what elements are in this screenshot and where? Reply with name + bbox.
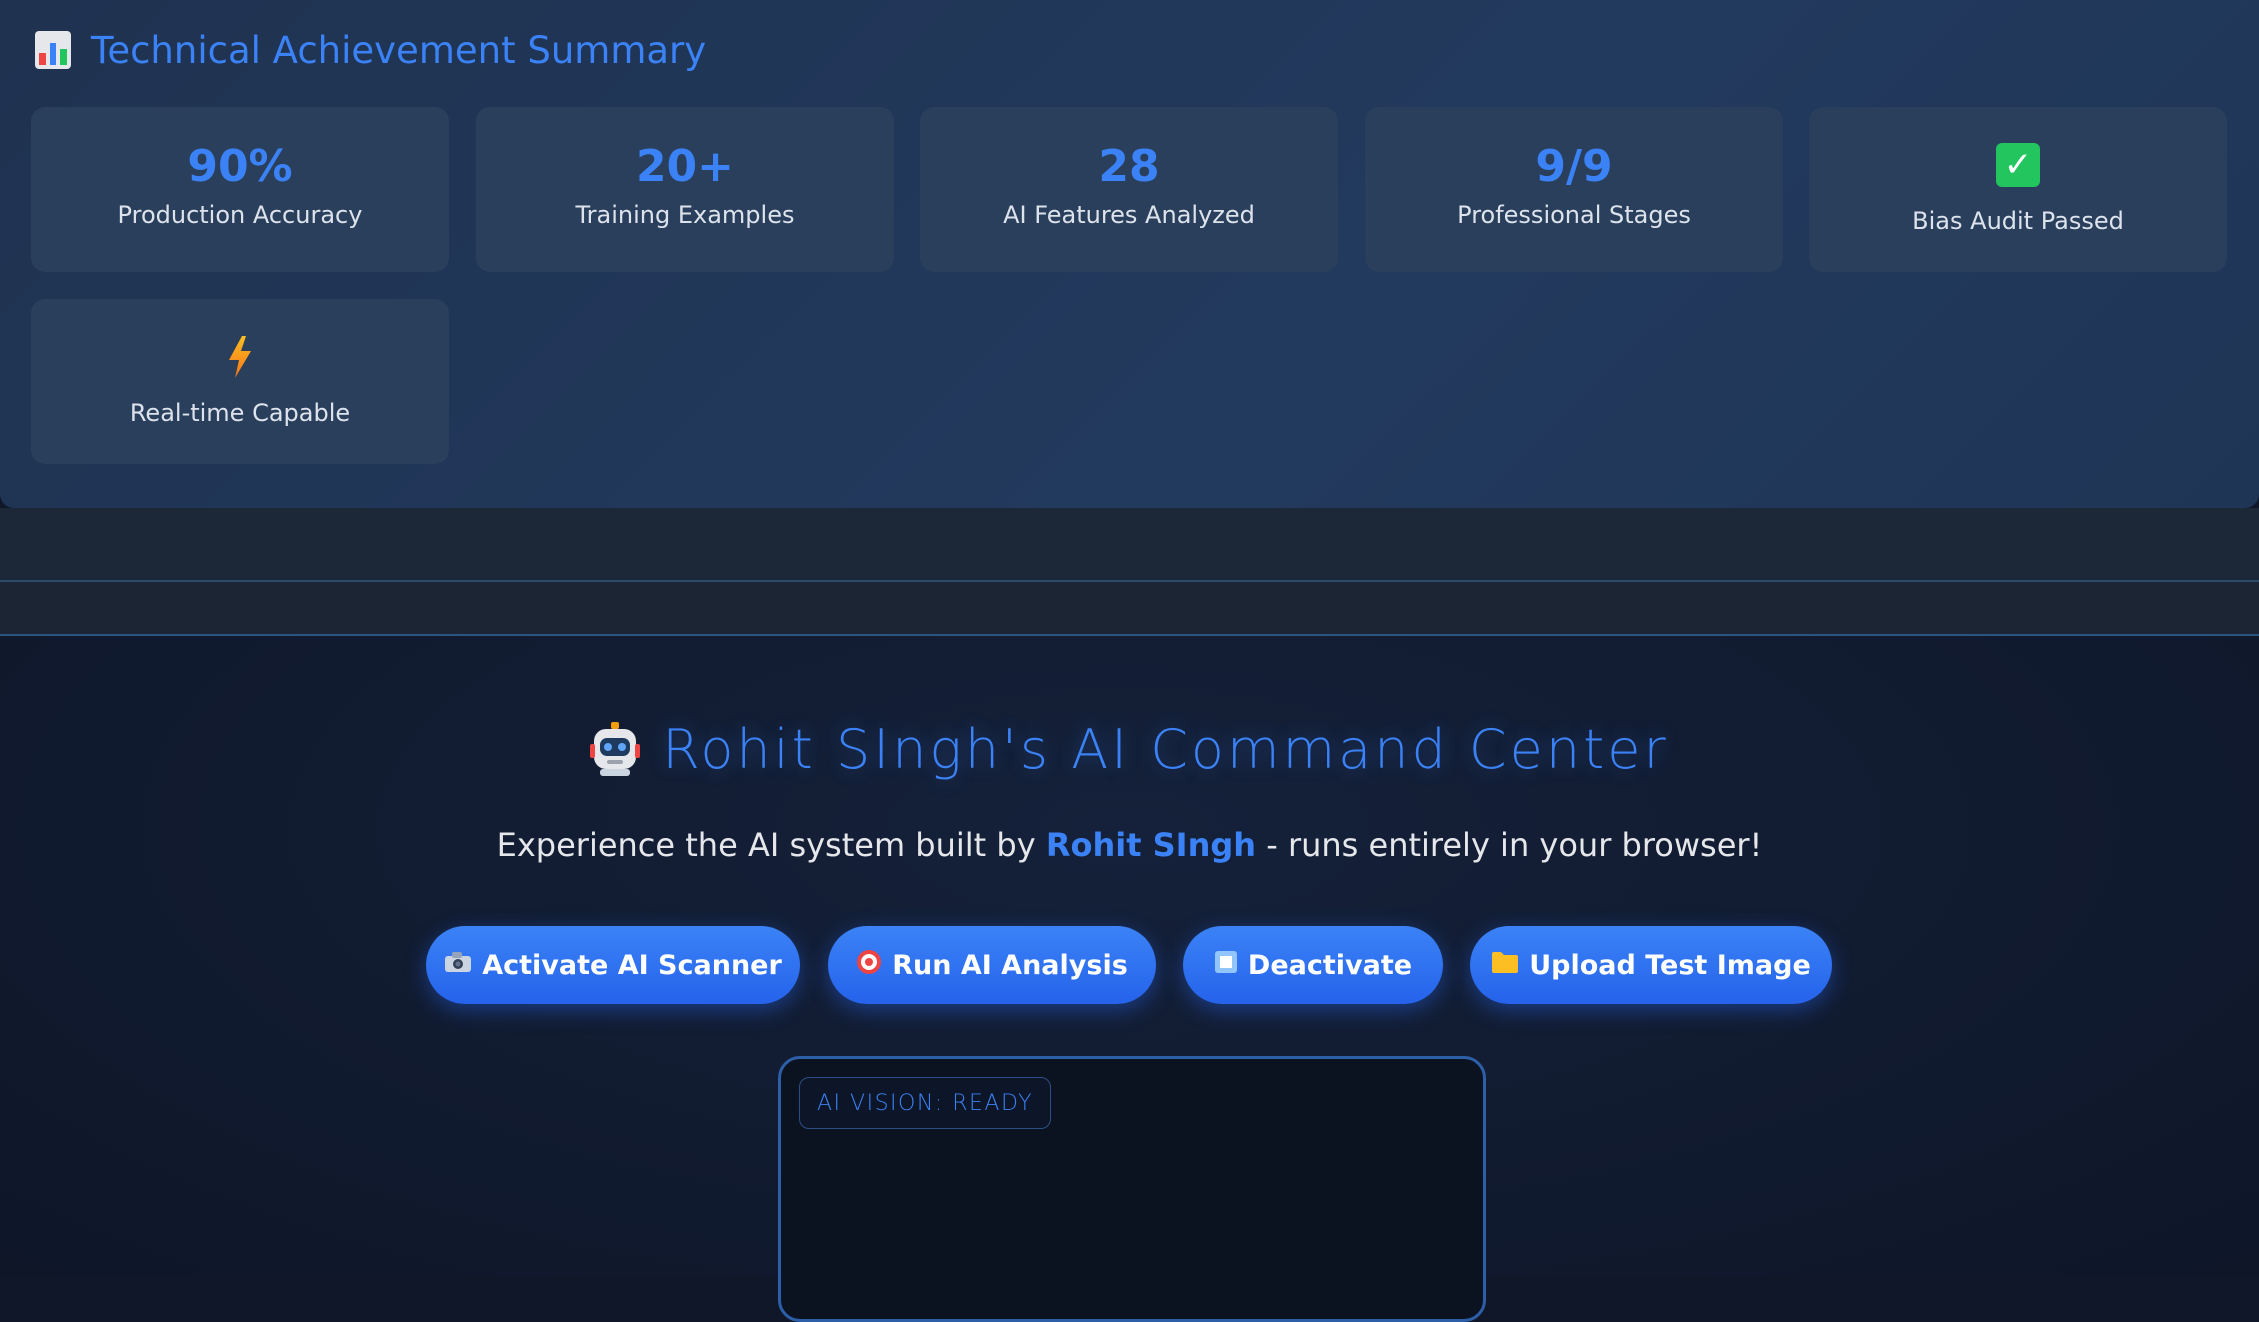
subtitle-suffix: - runs entirely in your browser!: [1266, 826, 1763, 864]
achievement-summary-panel: Technical Achievement Summary 90% Produc…: [0, 0, 2259, 508]
upload-test-image-button[interactable]: Upload Test Image: [1470, 926, 1832, 1004]
stat-label: Real-time Capable: [129, 399, 351, 427]
stat-label: Production Accuracy: [117, 201, 363, 229]
command-center-title: Rohit SIngh's AI Command Center: [662, 717, 1669, 781]
activate-ai-scanner-button[interactable]: Activate AI Scanner: [426, 926, 800, 1004]
button-label: Deactivate: [1247, 949, 1413, 981]
bar-chart-icon: [35, 31, 71, 69]
target-icon: [856, 949, 882, 981]
stat-card-realtime: Real-time Capable: [31, 299, 449, 464]
stat-label: Training Examples: [575, 201, 795, 229]
lightning-bolt-icon: [227, 335, 253, 379]
button-label: Run AI Analysis: [892, 949, 1128, 981]
stat-label: AI Features Analyzed: [1003, 201, 1255, 229]
stat-card-bias-audit: ✓ Bias Audit Passed: [1809, 107, 2227, 272]
stat-value: 90%: [187, 141, 293, 192]
deactivate-button[interactable]: Deactivate: [1183, 926, 1443, 1004]
summary-header: Technical Achievement Summary: [35, 24, 706, 76]
subtitle-prefix: Experience the AI system built by: [496, 826, 1036, 864]
author-name: Rohit SIngh: [1045, 826, 1257, 864]
run-ai-analysis-button[interactable]: Run AI Analysis: [828, 926, 1156, 1004]
stat-label: Professional Stages: [1457, 201, 1691, 229]
button-label: Activate AI Scanner: [482, 949, 782, 981]
stat-value: 28: [1098, 141, 1160, 192]
folder-icon: [1491, 950, 1519, 980]
command-center-header: Rohit SIngh's AI Command Center: [0, 712, 2259, 786]
camera-icon: [444, 951, 472, 979]
ai-vision-viewport: AI VISION: READY: [778, 1056, 1486, 1322]
stat-label: Bias Audit Passed: [1912, 207, 2124, 235]
vision-status-badge: AI VISION: READY: [799, 1077, 1052, 1129]
command-center-section: Rohit SIngh's AI Command Center Experien…: [0, 636, 2259, 1322]
stat-card-ai-features: 28 AI Features Analyzed: [920, 107, 1338, 272]
robot-icon: [590, 722, 641, 776]
section-divider: [0, 508, 2259, 582]
stat-card-accuracy: 90% Production Accuracy: [31, 107, 449, 272]
stat-card-professional-stages: 9/9 Professional Stages: [1365, 107, 1783, 272]
summary-title: Technical Achievement Summary: [91, 28, 707, 72]
button-label: Upload Test Image: [1529, 949, 1811, 981]
command-center-subtitle: Experience the AI system built by Rohit …: [0, 826, 2259, 864]
section-divider: [0, 582, 2259, 636]
check-mark-icon: ✓: [1996, 143, 2040, 187]
stat-value: 20+: [635, 141, 735, 192]
stat-card-training-examples: 20+ Training Examples: [476, 107, 894, 272]
stat-value: 9/9: [1535, 141, 1613, 192]
stop-icon: [1214, 950, 1238, 980]
